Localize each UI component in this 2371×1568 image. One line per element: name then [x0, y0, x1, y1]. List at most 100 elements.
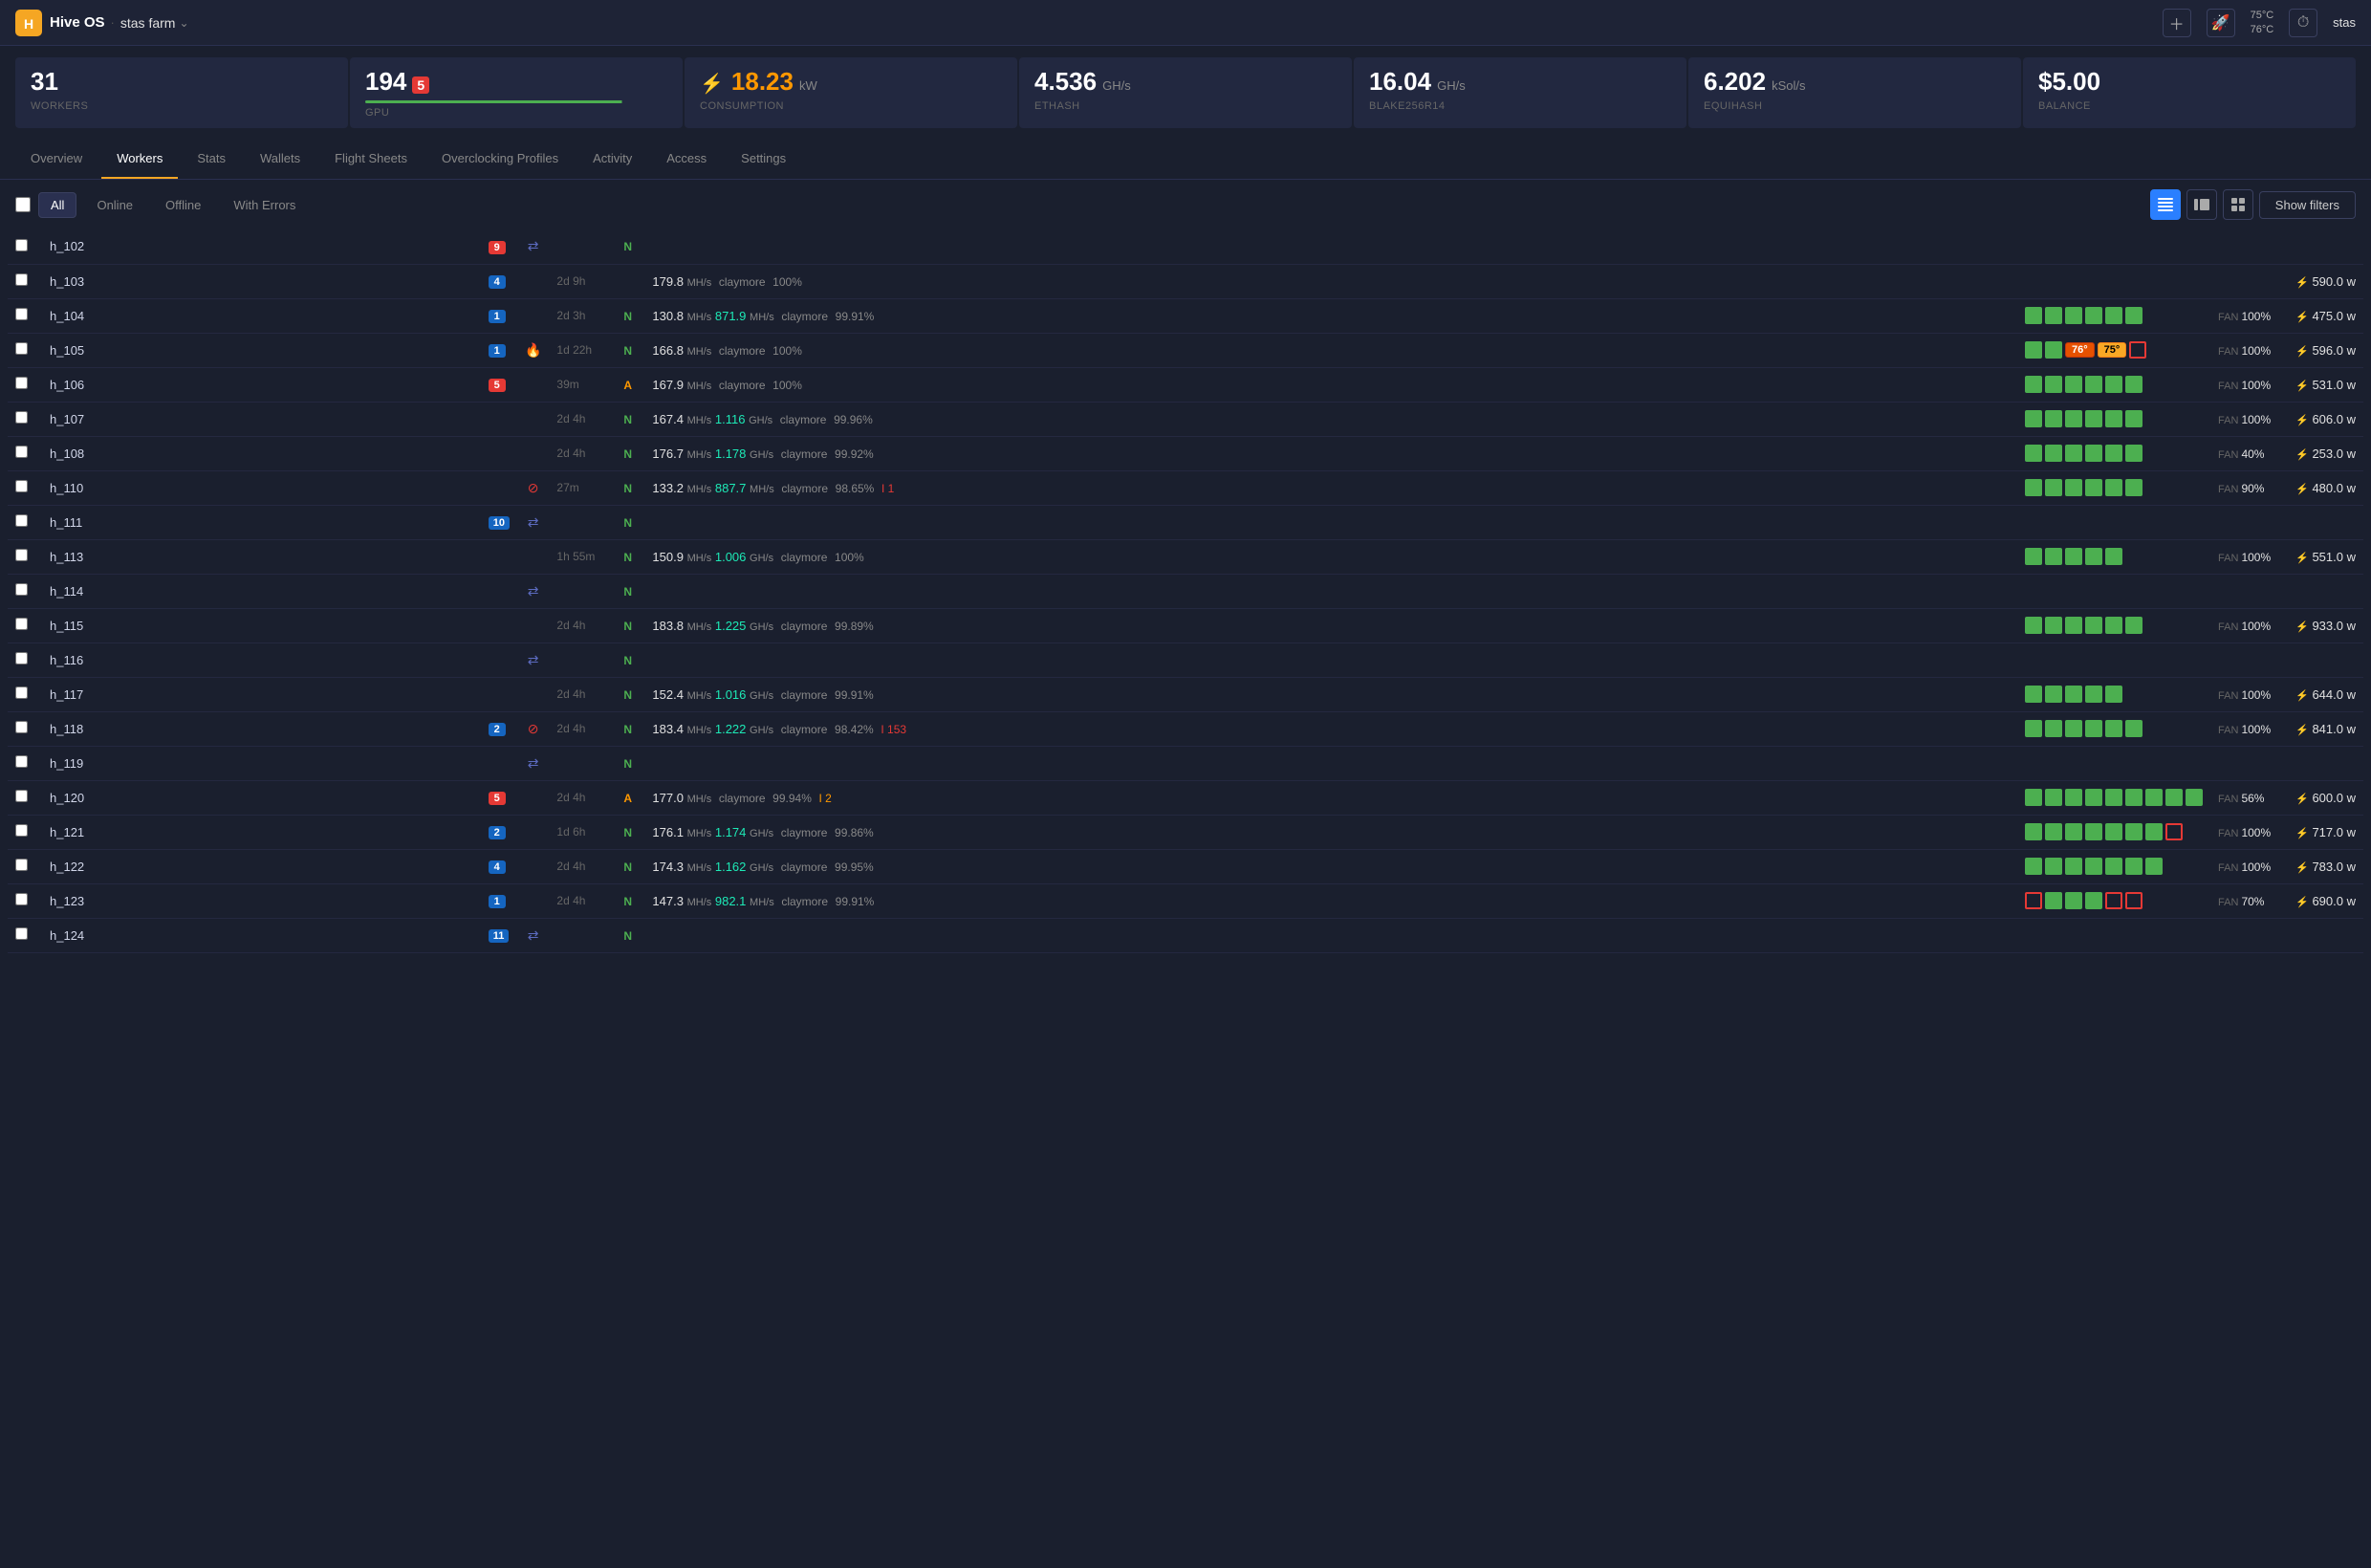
worker-checkbox[interactable] [15, 273, 28, 286]
consumption-value: 18.23 [731, 67, 794, 97]
table-row: h_12411⇄N [8, 918, 2363, 952]
tab-overclocking[interactable]: Overclocking Profiles [426, 140, 574, 179]
worker-checkbox[interactable] [15, 239, 28, 251]
worker-checkbox[interactable] [15, 377, 28, 389]
worker-name[interactable]: h_117 [50, 687, 83, 702]
worker-uptime: 39m [549, 367, 616, 402]
worker-power [2287, 918, 2363, 952]
list-simple-icon [2194, 198, 2209, 211]
worker-power: ⚡ 690.0 w [2287, 883, 2363, 918]
filter-with-errors[interactable]: With Errors [221, 192, 308, 218]
rocket-icon[interactable]: 🚀 [2207, 9, 2235, 37]
worker-fan: FAN 70% [2210, 883, 2287, 918]
worker-name[interactable]: h_118 [50, 722, 83, 736]
worker-name[interactable]: h_121 [50, 825, 84, 839]
worker-checkbox[interactable] [15, 480, 28, 492]
worker-uptime [549, 505, 616, 539]
worker-name[interactable]: h_108 [50, 446, 84, 461]
worker-name[interactable]: h_105 [50, 343, 84, 358]
worker-name[interactable]: h_123 [50, 894, 84, 908]
worker-checkbox[interactable] [15, 652, 28, 664]
table-row: h_10342d 9h179.8 MH/s claymore 100%⚡ 590… [8, 264, 2363, 298]
worker-name[interactable]: h_111 [50, 515, 82, 530]
gpu-bar-item [2045, 307, 2062, 324]
select-all-checkbox[interactable] [15, 197, 31, 212]
gpu-bar-item [2025, 445, 2042, 462]
worker-name[interactable]: h_107 [50, 412, 84, 426]
worker-checkbox[interactable] [15, 514, 28, 527]
tab-activity[interactable]: Activity [577, 140, 647, 179]
worker-hashrate: 133.2 MH/s 887.7 MH/s claymore 98.65% I … [644, 470, 2017, 505]
worker-checkbox[interactable] [15, 824, 28, 837]
worker-checkbox[interactable] [15, 411, 28, 424]
worker-checkbox[interactable] [15, 790, 28, 802]
tab-wallets[interactable]: Wallets [245, 140, 315, 179]
tab-settings[interactable]: Settings [726, 140, 801, 179]
worker-checkbox[interactable] [15, 721, 28, 733]
worker-gpu-bars [2017, 436, 2210, 470]
list-detail-icon [2158, 198, 2173, 211]
worker-name[interactable]: h_103 [50, 274, 84, 289]
tab-overview[interactable]: Overview [15, 140, 98, 179]
stat-gpu: 194 5 GPU [350, 57, 683, 128]
worker-name[interactable]: h_113 [50, 550, 83, 564]
nav-tabs: Overview Workers Stats Wallets Flight Sh… [0, 140, 2371, 180]
tab-workers[interactable]: Workers [101, 140, 178, 179]
worker-name[interactable]: h_119 [50, 756, 83, 771]
worker-power [2287, 746, 2363, 780]
filter-all[interactable]: All [38, 192, 76, 218]
worker-gpu-bars [2017, 746, 2210, 780]
farm-name[interactable]: stas farm ⌄ [120, 15, 189, 31]
tab-stats[interactable]: Stats [182, 140, 241, 179]
worker-checkbox[interactable] [15, 927, 28, 940]
table-row: h_1172d 4hN152.4 MH/s 1.016 GH/s claymor… [8, 677, 2363, 711]
worker-checkbox[interactable] [15, 342, 28, 355]
worker-name[interactable]: h_124 [50, 928, 84, 943]
logo: H Hive OS [15, 10, 105, 36]
view-grid-button[interactable] [2223, 189, 2253, 220]
add-button[interactable]: ＋ [2163, 9, 2191, 37]
worker-checkbox[interactable] [15, 893, 28, 905]
worker-name[interactable]: h_116 [50, 653, 83, 667]
filter-offline[interactable]: Offline [153, 192, 213, 218]
show-filters-button[interactable]: Show filters [2259, 191, 2356, 219]
worker-checkbox[interactable] [15, 755, 28, 768]
gpu-bar-item [2105, 548, 2122, 565]
worker-checkbox[interactable] [15, 859, 28, 871]
worker-name[interactable]: h_122 [50, 860, 84, 874]
worker-checkbox[interactable] [15, 618, 28, 630]
header-right: ＋ 🚀 75°C 76°C ⏱ stas [2163, 9, 2356, 37]
gpu-bar-item [2125, 789, 2143, 806]
worker-name[interactable]: h_114 [50, 584, 83, 599]
worker-badge: 1 [489, 344, 506, 358]
view-list-detail-button[interactable] [2150, 189, 2181, 220]
worker-checkbox[interactable] [15, 686, 28, 699]
worker-name[interactable]: h_115 [50, 619, 83, 633]
worker-name[interactable]: h_102 [50, 239, 84, 253]
algo-indicator: N [623, 895, 632, 908]
view-list-simple-button[interactable] [2186, 189, 2217, 220]
tab-access[interactable]: Access [651, 140, 722, 179]
worker-uptime: 1d 6h [549, 815, 616, 849]
gpu-bar-group [2025, 376, 2203, 393]
worker-checkbox[interactable] [15, 446, 28, 458]
worker-checkbox[interactable] [15, 583, 28, 596]
gpu-bar-item-red [2105, 892, 2122, 909]
worker-power: ⚡ 253.0 w [2287, 436, 2363, 470]
filter-online[interactable]: Online [84, 192, 145, 218]
worker-hashrate [644, 574, 2017, 608]
worker-name[interactable]: h_110 [50, 481, 83, 495]
gpu-bar-item [2065, 410, 2082, 427]
gpu-bar-item [2025, 858, 2042, 875]
blake-value: 16.04 [1369, 67, 1431, 97]
tab-flight-sheets[interactable]: Flight Sheets [319, 140, 423, 179]
worker-name[interactable]: h_104 [50, 309, 84, 323]
worker-name[interactable]: h_106 [50, 378, 84, 392]
worker-name[interactable]: h_120 [50, 791, 84, 805]
user-name[interactable]: stas [2333, 15, 2356, 30]
worker-checkbox[interactable] [15, 308, 28, 320]
worker-checkbox[interactable] [15, 549, 28, 561]
gpu-bar-item [2105, 686, 2122, 703]
gpu-bar-group [2025, 307, 2203, 324]
clock-icon[interactable]: ⏱ [2289, 9, 2317, 37]
